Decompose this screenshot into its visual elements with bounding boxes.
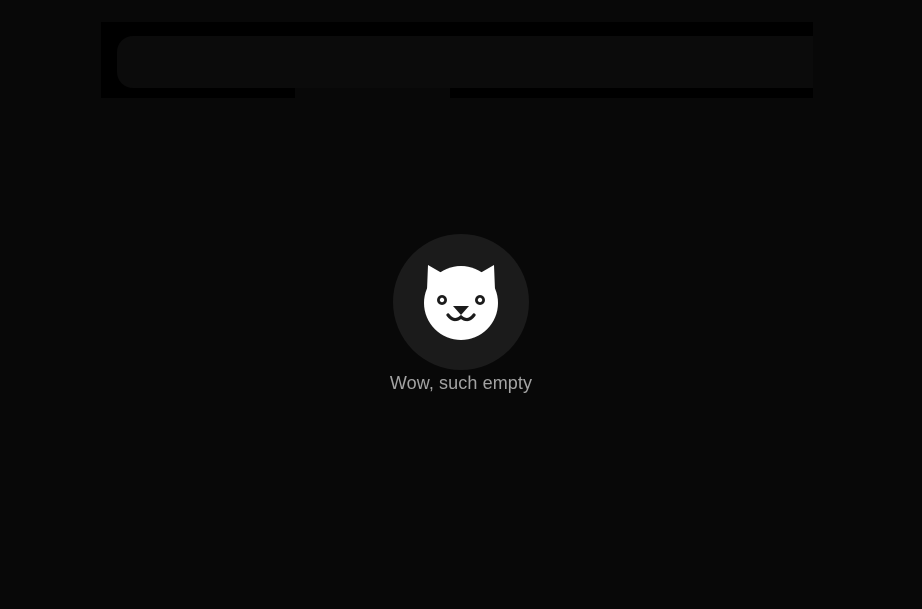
search-input[interactable] (117, 36, 813, 88)
cat-face-icon (424, 265, 498, 340)
empty-state: Wow, such empty (0, 234, 922, 393)
empty-state-avatar (393, 234, 529, 370)
search-bar-divider (295, 88, 450, 98)
search-bar (101, 22, 813, 98)
empty-state-message: Wow, such empty (389, 373, 533, 393)
page: Wow, such empty (0, 0, 922, 609)
